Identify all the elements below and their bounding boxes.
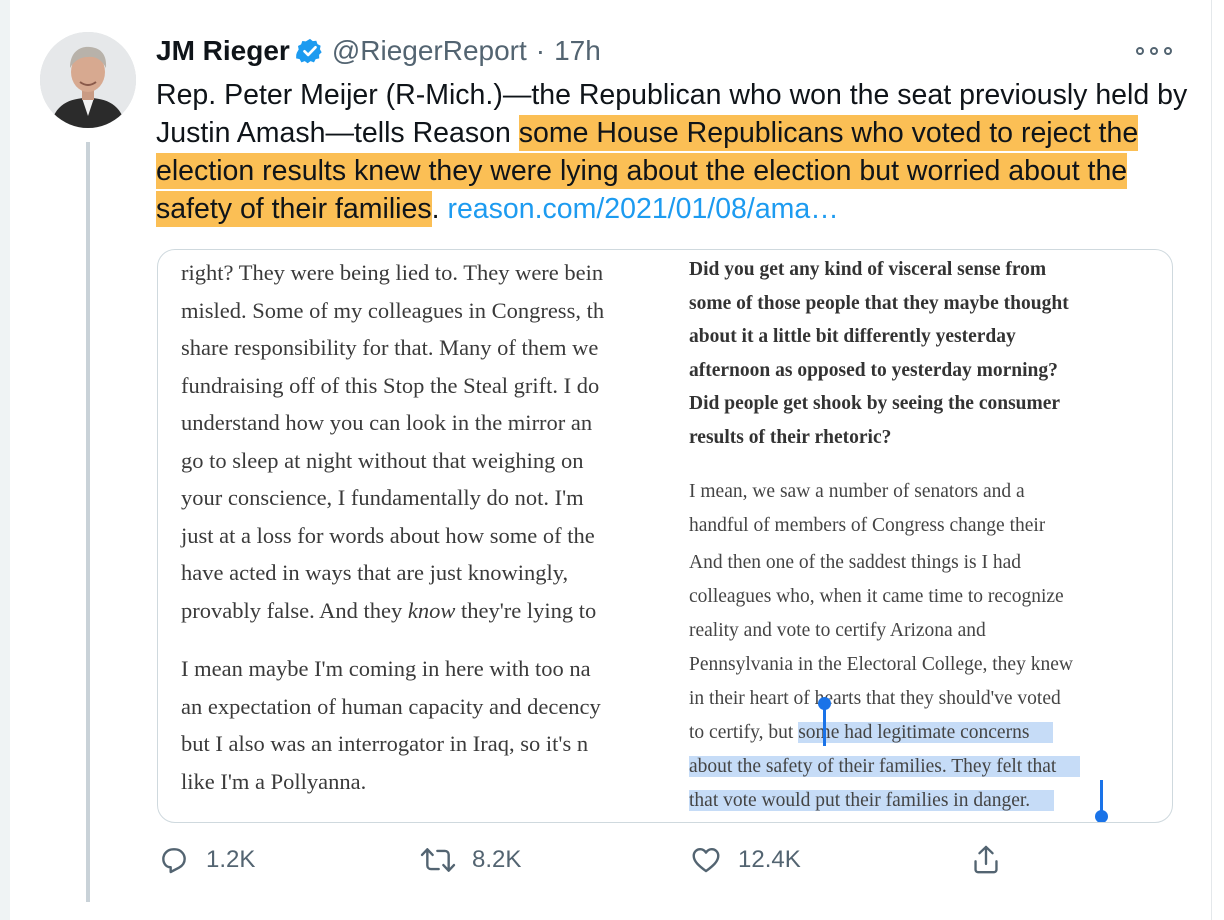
retweet-count: 8.2K: [472, 846, 522, 873]
more-dot: [1164, 47, 1172, 55]
text-line: your conscience, I fundamentally do not.…: [181, 485, 584, 510]
text-line: share responsibility for that. Many of t…: [181, 335, 599, 360]
text-line: go to sleep at night without that weighi…: [181, 447, 584, 473]
text-line: about the safety of their families. They…: [689, 750, 1081, 784]
like-icon: [692, 848, 720, 873]
text-line: have acted in ways that are just knowing…: [181, 560, 569, 585]
more-dot: [1136, 47, 1144, 55]
text-selection: about the safety of their families. They…: [689, 756, 1081, 777]
thread-connector-line: [86, 142, 90, 902]
article-left-column: right? They were being lied to. They wer…: [158, 250, 663, 822]
more-icon[interactable]: [1136, 40, 1172, 62]
text-line: Pennsylvania in the Electoral College, t…: [689, 654, 1073, 675]
text-selection: that vote would put their families in da…: [689, 790, 1055, 811]
tweet-text-period: .: [431, 193, 448, 225]
text-line: results of their rhetoric?: [689, 426, 892, 448]
selection-start-caret: [823, 702, 826, 746]
article-right-column: Did you get any kind of visceral sense f…: [663, 250, 1172, 822]
share-icon: [974, 845, 998, 874]
text-line: reality and vote to certify Arizona and: [689, 620, 986, 641]
verified-badge-icon: [295, 38, 322, 64]
retweet-icon: [420, 848, 456, 872]
text-line: like I'm a Pollyanna.: [181, 768, 367, 794]
text-line: provably false. And they know they're ly…: [181, 592, 604, 630]
text-line: to certify, but some had legitimate conc…: [689, 716, 1080, 750]
text-line: colleagues who, when it came time to rec…: [689, 586, 1064, 607]
tweet-text: Rep. Peter Meijer (R-Mich.)—the Republic…: [156, 76, 1196, 228]
reply-action[interactable]: 1.2K: [158, 842, 255, 878]
text-line: but I also was an interrogator in Iraq, …: [181, 731, 589, 756]
more-dot: [1150, 47, 1158, 55]
text-line: understand how you can look in the mirro…: [181, 410, 593, 435]
tweet-timestamp[interactable]: 17h: [554, 35, 601, 67]
interview-question: Did you get any kind of visceral sense f…: [689, 253, 1069, 455]
avatar-portrait-image: [40, 32, 136, 128]
text-line: fundraising off of this Stop the Steal g…: [181, 372, 600, 398]
author-name[interactable]: JM Rieger: [156, 35, 290, 67]
text-line: handful of members of Congress change th…: [689, 515, 1046, 536]
timeline-right-border: [1211, 0, 1212, 920]
left-paragraph-2: I mean maybe I'm coming in here with too…: [181, 650, 601, 800]
text-run: provably false. And they: [181, 597, 408, 623]
text-line: right? They were being lied to. They wer…: [181, 260, 604, 285]
author-avatar[interactable]: [40, 32, 136, 128]
text-run: to certify, but: [689, 722, 799, 743]
author-handle[interactable]: @RiegerReport: [332, 35, 527, 67]
text-line: misled. Some of my colleagues in Congres…: [181, 297, 605, 323]
reply-icon: [162, 848, 186, 874]
tweet-link[interactable]: reason.com/2021/01/08/ama…: [447, 193, 838, 225]
text-line: And then one of the saddest things is I …: [689, 552, 1021, 573]
text-line: about it a little bit differently yester…: [689, 326, 1016, 348]
text-line: in their heart of hearts that they shoul…: [689, 688, 1061, 709]
article-screenshot-image[interactable]: right? They were being lied to. They wer…: [157, 249, 1173, 823]
text-selection: some had legitimate concerns: [798, 722, 1054, 743]
text-line: I mean, we saw a number of senators and …: [689, 481, 1025, 502]
like-count: 12.4K: [738, 846, 801, 873]
text-line: just at a loss for words about how some …: [181, 522, 595, 548]
interview-answer-2: And then one of the saddest things is I …: [689, 546, 1081, 818]
left-paragraph-1: right? They were being lied to. They wer…: [181, 254, 604, 629]
text-line: I mean maybe I'm coming in here with too…: [181, 656, 591, 681]
like-action[interactable]: 12.4K: [690, 842, 801, 878]
text-line: Did people get shook by seeing the consu…: [689, 393, 1061, 415]
text-line: afternoon as opposed to yesterday mornin…: [689, 359, 1058, 381]
selection-end-handle[interactable]: [1095, 810, 1108, 822]
reply-count: 1.2K: [206, 846, 256, 873]
text-run: they're lying to: [455, 597, 597, 623]
interview-answer-1: I mean, we saw a number of senators and …: [689, 475, 1045, 543]
retweet-action[interactable]: 8.2K: [420, 842, 521, 878]
text-line: Did you get any kind of visceral sense f…: [689, 259, 1047, 280]
text-line: some of those people that they maybe tho…: [689, 292, 1069, 314]
share-action[interactable]: [970, 842, 1002, 878]
text-line: that vote would put their families in da…: [689, 784, 1080, 818]
separator-dot: ·: [535, 35, 546, 66]
emphasized-word: know: [407, 597, 456, 623]
timeline-left-edge: [0, 0, 10, 920]
tweet-header: JM Rieger @RiegerReport · 17h: [156, 28, 601, 74]
text-line: an expectation of human capacity and dec…: [181, 693, 601, 719]
